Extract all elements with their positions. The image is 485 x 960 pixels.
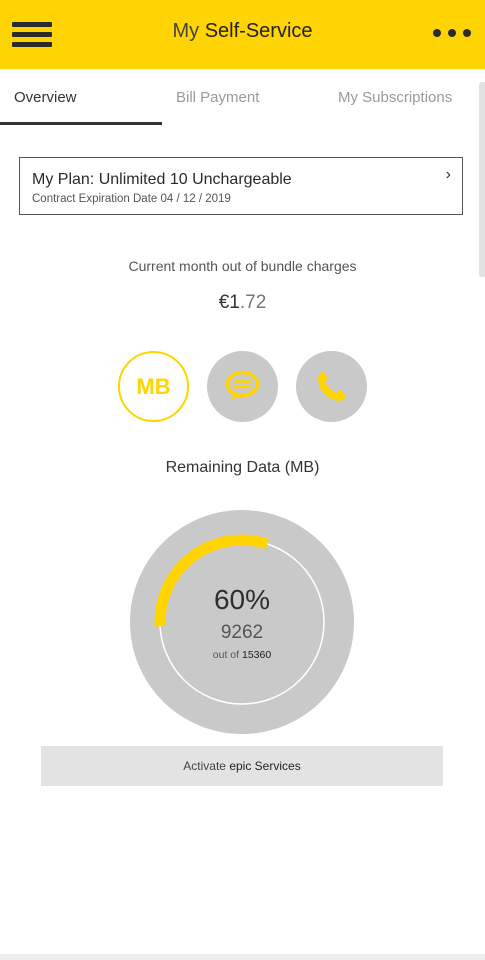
app-title: My Self-Service bbox=[0, 20, 485, 43]
bottom-bar bbox=[0, 954, 485, 960]
charges-label: Current month out of bundle charges bbox=[128, 258, 357, 274]
out-of-label: out of bbox=[212, 649, 240, 661]
phone-icon bbox=[318, 372, 346, 401]
chevron-right-icon: › bbox=[445, 166, 451, 183]
activate-epic-services-button[interactable]: Activate epic Services bbox=[41, 746, 443, 786]
app-title-prefix: My bbox=[172, 20, 200, 42]
sms-button[interactable] bbox=[207, 351, 278, 422]
tab-bill-payment[interactable]: Bill Payment bbox=[176, 89, 259, 106]
charges-amount-decimals: .72 bbox=[239, 292, 267, 313]
contract-expiration: Contract Expiration Date 04 / 12 / 2019 bbox=[32, 193, 231, 205]
gauge-center: 60% 9262 out of 15360 bbox=[130, 510, 354, 734]
more-dots-icon[interactable] bbox=[433, 29, 473, 39]
mb-label: MB bbox=[136, 374, 171, 399]
charges-amount-main: €1 bbox=[218, 292, 240, 313]
remaining-data-label: Remaining Data (MB) bbox=[165, 459, 320, 476]
plan-title: My Plan: Unlimited 10 Unchargeable bbox=[32, 171, 292, 188]
charges-amount: €1.72 bbox=[0, 292, 485, 314]
remaining-value: 9262 bbox=[220, 622, 264, 643]
activate-brand: epic Services bbox=[229, 759, 301, 773]
voice-button[interactable] bbox=[296, 351, 367, 422]
tab-my-subscriptions[interactable]: My Subscriptions bbox=[338, 89, 452, 106]
plan-card[interactable]: My Plan: Unlimited 10 Unchargeable Contr… bbox=[19, 157, 463, 215]
scroll-indicator bbox=[479, 82, 485, 277]
tab-overview[interactable]: Overview bbox=[14, 89, 77, 106]
active-tab-indicator bbox=[0, 122, 162, 125]
app-header: My Self-Service bbox=[0, 0, 485, 69]
sms-bubble-icon bbox=[225, 370, 260, 401]
remaining-percent: 60% bbox=[213, 584, 271, 615]
total-value: 15360 bbox=[242, 649, 272, 661]
out-of-total: out of 15360 bbox=[130, 649, 354, 661]
tab-bar: Overview Bill Payment My Subscriptions bbox=[0, 69, 485, 126]
app-title-main: Self-Service bbox=[204, 20, 313, 42]
activate-prefix: Activate bbox=[183, 759, 226, 773]
data-mb-button[interactable]: MB bbox=[118, 351, 189, 422]
